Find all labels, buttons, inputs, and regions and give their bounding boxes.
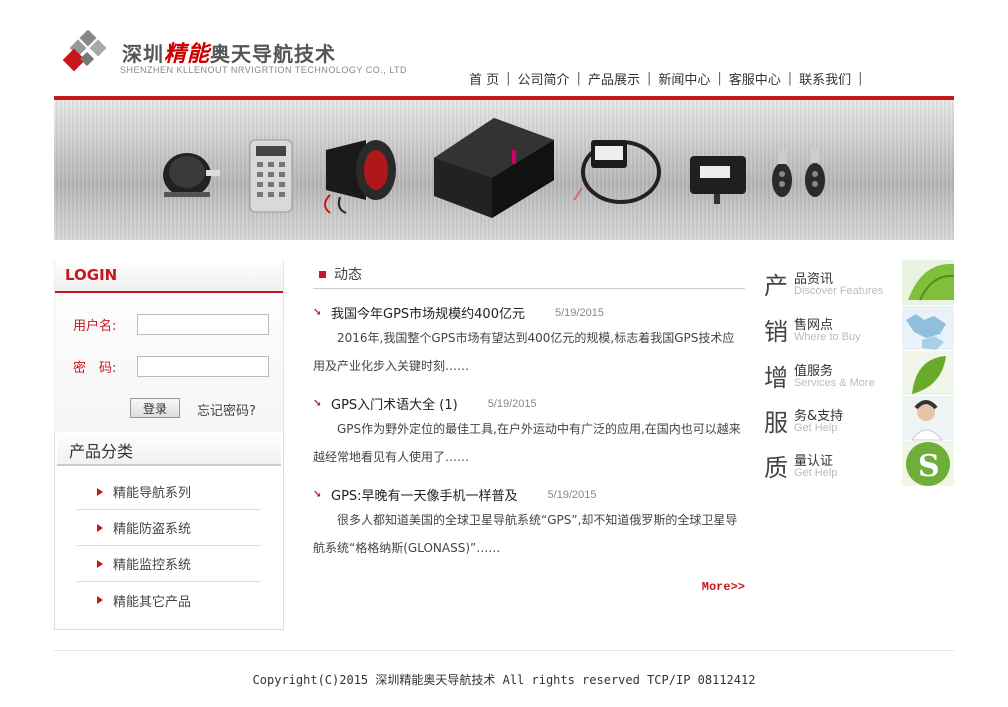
nav-service[interactable]: 客服中心 [722,69,788,88]
key-fob-product-icon [772,148,825,197]
nav-about[interactable]: 公司简介 [511,69,577,88]
news-item-title[interactable]: 我国今年GPS市场规模约400亿元 [331,303,525,322]
logo-english-name: SHENZHEN KLLENOUT NRVIGRTION TECHNOLOGY … [120,65,408,75]
login-button[interactable]: 登录 [130,398,180,418]
news-item-date: 5/19/2015 [547,488,597,501]
username-label: 用户名: [73,319,117,334]
category-list: 精能导航系列 精能防盗系统 精能监控系统 精能其它产品 [77,474,261,618]
service-side-artwork: S [902,260,954,486]
arrow-down-right-icon: ↘ [313,489,322,500]
bullet-arrow-icon [97,523,105,533]
password-row: 密 码: [73,356,269,377]
news-item-date: 5/19/2015 [487,397,537,410]
category-item[interactable]: 精能防盗系统 [77,510,261,546]
news-item-title[interactable]: GPS:早晚有一天像手机一样普及 [331,485,518,504]
category-panel: 产品分类 精能导航系列 精能防盗系统 精能监控系统 精能其它产品 [54,432,284,630]
speaker-product-icon [163,153,220,197]
news-item-summary: 2016年,我国整个GPS市场有望达到400亿元的规模,标志着我国GPS技术应用… [313,331,735,373]
news-item: ↘ GPS入门术语大全 (1) 5/19/2015 GPS作为野外定位的最佳工具… [313,394,745,471]
forgot-password-link[interactable]: 忘记密码? [197,400,256,419]
category-title: 产品分类 [57,432,281,466]
news-item-summary: 很多人都知道美国的全球卫星导航系统“GPS”,却不知道俄罗斯的全球卫星导航系统“… [313,513,738,555]
news-title: 动态 [334,267,362,283]
svg-text:S: S [918,449,940,484]
nav-products[interactable]: 产品展示 [581,69,647,88]
username-row: 用户名: [73,314,269,335]
footer-copyright: Copyright(C)2015 深圳精能奥天导航技术 All rights r… [252,673,756,687]
siren-product-icon [324,140,396,214]
category-item[interactable]: 精能导航系列 [77,474,261,510]
news-item-summary: GPS作为野外定位的最佳工具,在户外运动中有广泛的应用,在国内也可以越来越经常地… [313,422,741,464]
main-nav: 首 页 | 公司简介 | 产品展示 | 新闻中心 | 客服中心 | 联系我们 | [462,69,863,88]
password-label: 密 码: [73,361,117,376]
more-news-link[interactable]: More>> [702,580,745,594]
category-item[interactable]: 精能监控系统 [77,546,261,582]
news-item: ↘ 我国今年GPS市场规模约400亿元 5/19/2015 2016年,我国整个… [313,303,745,380]
category-item[interactable]: 精能其它产品 [77,582,261,618]
password-input[interactable] [137,356,269,377]
news-section: 动态 ↘ 我国今年GPS市场规模约400亿元 5/19/2015 2016年,我… [313,260,745,594]
news-item: ↘ GPS:早晚有一天像手机一样普及 5/19/2015 很多人都知道美国的全球… [313,485,745,562]
news-header: 动态 [313,260,745,289]
site-logo[interactable]: 深圳精能奥天导航技术 SHENZHEN KLLENOUT NRVIGRTION … [62,30,462,80]
arrow-down-right-icon: ↘ [313,398,322,409]
login-panel: LOGIN 用户名: 密 码: 登录 忘记密码? [54,260,284,435]
gps-tracker-product-icon [434,118,554,218]
module-product-icon [690,156,746,204]
login-title: LOGIN [55,260,283,293]
footer-divider [54,650,954,651]
username-input[interactable] [137,314,269,335]
logo-mark-icon [62,30,107,72]
gps-antenna-product-icon [573,140,661,204]
news-item-date: 5/19/2015 [554,306,604,319]
bullet-arrow-icon [97,559,105,569]
bullet-arrow-icon [97,487,105,497]
nav-home[interactable]: 首 页 [462,69,506,88]
nav-news[interactable]: 新闻中心 [651,69,717,88]
logo-chinese-name: 深圳精能奥天导航技术 [122,42,337,67]
news-item-title[interactable]: GPS入门术语大全 (1) [331,394,458,413]
bullet-arrow-icon [97,595,105,605]
arrow-down-right-icon: ↘ [313,307,322,318]
product-banner [54,100,954,240]
remote-control-product-icon [249,139,293,213]
square-bullet-icon [319,270,326,278]
nav-contact[interactable]: 联系我们 [792,69,858,88]
